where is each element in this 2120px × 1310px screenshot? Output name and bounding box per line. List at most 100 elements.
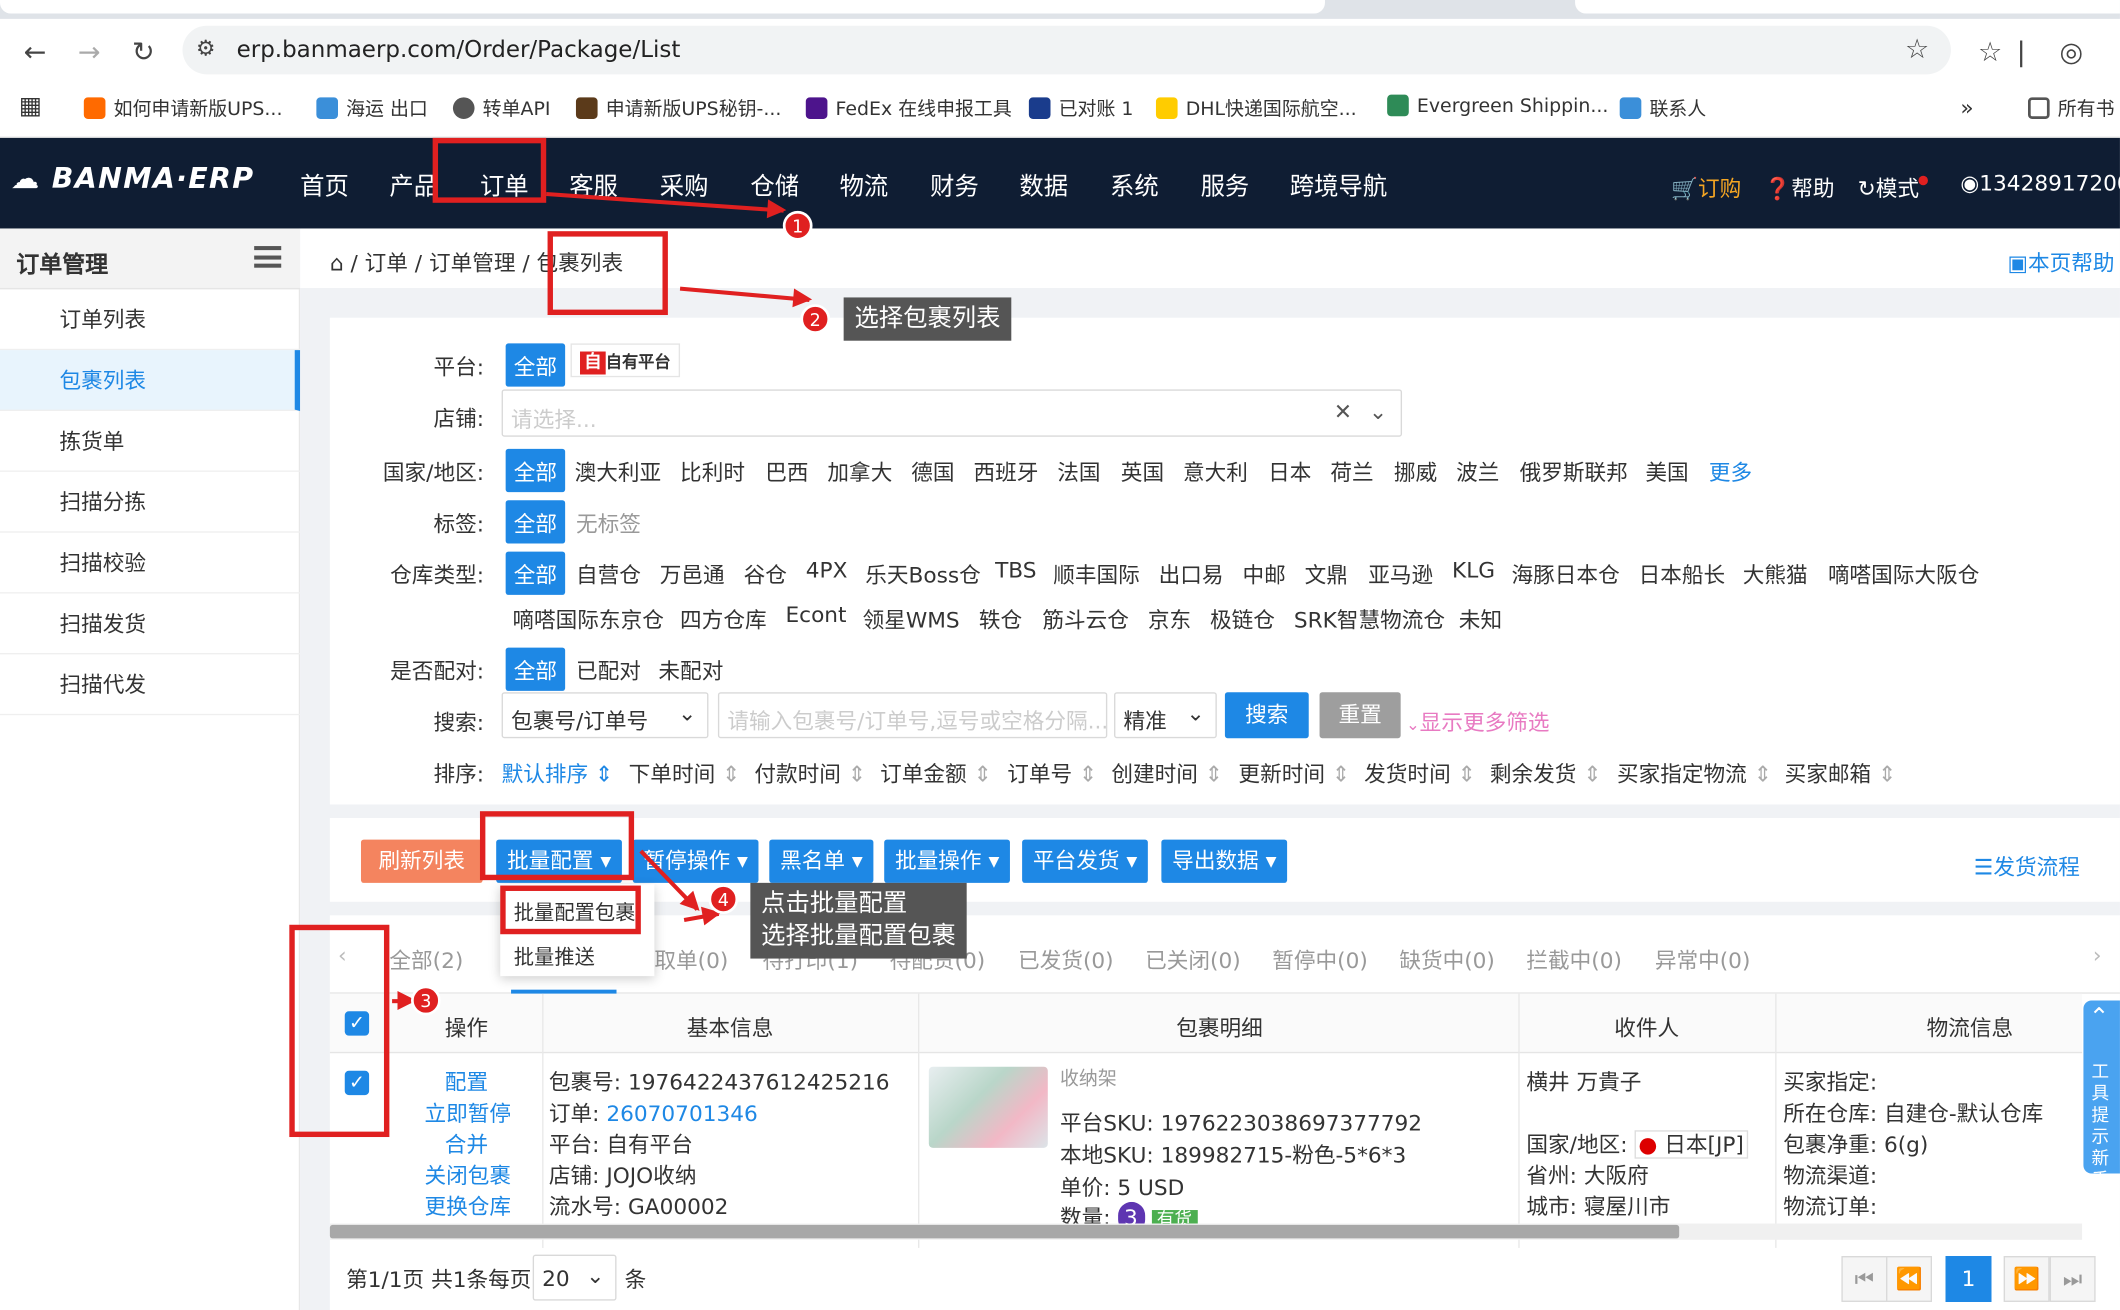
warehouse-option[interactable]: 万邑通 (660, 557, 725, 589)
tab-closed[interactable]: 已关闭(0) (1145, 942, 1241, 974)
warehouse-option[interactable]: 日本船长 (1639, 557, 1726, 589)
bookmark-item[interactable]: 转单API (452, 95, 550, 122)
warehouse-option[interactable]: 领星WMS (863, 602, 960, 634)
current-page[interactable]: 1 (1945, 1256, 1992, 1302)
warehouse-option[interactable]: 出口易 (1159, 557, 1224, 589)
sidebar-item-scan-verify[interactable]: 扫描校验 (0, 533, 301, 594)
platform-ship-button[interactable]: 平台发货 ▾ (1022, 839, 1149, 883)
url-text[interactable]: erp.banmaerp.com/Order/Package/List (237, 37, 681, 64)
country-option[interactable]: 意大利 (1183, 454, 1248, 486)
matched-no[interactable]: 未配对 (658, 653, 723, 685)
tag-none[interactable]: 无标签 (576, 506, 641, 538)
sort-option[interactable]: 订单金额 ⇕ (880, 756, 992, 788)
tab-paused[interactable]: 暂停中(0) (1272, 942, 1368, 974)
warehouse-option[interactable]: 四方仓库 (680, 602, 767, 634)
action-change-warehouse[interactable]: 更换仓库 (425, 1191, 512, 1222)
menu-logistics[interactable]: 物流 (840, 168, 889, 203)
tab-intercepted[interactable]: 拦截中(0) (1526, 942, 1622, 974)
tab-all[interactable]: 全部(2) (389, 942, 463, 974)
country-option[interactable]: 英国 (1121, 454, 1164, 486)
country-option[interactable]: 西班牙 (973, 454, 1038, 486)
bookmark-item[interactable]: 海运 出口 (316, 95, 428, 122)
help-link[interactable]: ❓帮助 (1764, 170, 1834, 202)
show-more-filters[interactable]: ⌄显示更多筛选 (1406, 704, 1549, 736)
action-config[interactable]: 配置 (445, 1067, 488, 1098)
search-button[interactable]: 搜索 (1224, 692, 1309, 739)
bookmark-item[interactable]: DHL快递国际航空... (1155, 95, 1357, 122)
warehouse-option[interactable]: KLG (1452, 557, 1495, 583)
tab-abnormal[interactable]: 异常中(0) (1655, 942, 1751, 974)
action-merge[interactable]: 合并 (445, 1129, 488, 1160)
warehouse-option[interactable]: 顺丰国际 (1053, 557, 1140, 589)
warehouse-option[interactable]: 海豚日本仓 (1512, 557, 1620, 589)
sidebar-item-order-list[interactable]: 订单列表 (0, 289, 301, 351)
warehouse-option[interactable]: 文鼎 (1305, 557, 1348, 589)
menu-services[interactable]: 服务 (1201, 168, 1250, 203)
tab-take[interactable]: 取单(0) (654, 942, 728, 974)
page-help-link[interactable]: ▣本页帮助 (2008, 245, 2115, 277)
shop-select[interactable]: 请选择... ✕ ⌄ (501, 389, 1403, 437)
back-icon[interactable]: ← (19, 35, 51, 67)
warehouse-option[interactable]: 乐天Boss仓 (865, 557, 981, 589)
sort-option[interactable]: 订单号 ⇕ (1007, 756, 1097, 788)
blacklist-button[interactable]: 黑名单 ▾ (769, 839, 874, 883)
action-pause-now[interactable]: 立即暂停 (425, 1098, 512, 1129)
sidebar-item-package-list[interactable]: 包裹列表 (0, 350, 301, 412)
menu-toggle-icon[interactable] (254, 246, 282, 268)
first-page-icon[interactable]: ⏮ (1841, 1256, 1888, 1302)
menu-product[interactable]: 产品 (389, 168, 438, 203)
warehouse-option[interactable]: Econt (786, 602, 847, 628)
order-link[interactable]: 26070701346 (606, 1101, 757, 1127)
bookmarks-icon[interactable]: ☆ (1974, 35, 2006, 67)
bookmark-star-icon[interactable]: ☆ (1905, 32, 1929, 64)
warehouse-option[interactable]: 谷仓 (744, 557, 787, 589)
apps-icon[interactable]: ▦ (19, 92, 42, 120)
tabs-scroll-right-icon[interactable]: › (2093, 942, 2102, 968)
sort-default[interactable]: 默认排序 ⇕ (502, 756, 614, 788)
mode-link[interactable]: ↻模式 (1858, 170, 1929, 202)
warehouse-option[interactable]: TBS (995, 557, 1036, 583)
sidebar-item-scan-dropship[interactable]: 扫描代发 (0, 654, 301, 716)
tab-out-of-stock[interactable]: 缺货中(0) (1399, 942, 1495, 974)
action-close-package[interactable]: 关闭包裹 (425, 1160, 512, 1191)
warehouse-option[interactable]: 嘀嗒国际东京仓 (512, 602, 663, 634)
prev-page-icon[interactable]: ⏪ (1886, 1256, 1933, 1302)
address-bar[interactable]: ⚙ erp.banmaerp.com/Order/Package/List ☆ (182, 25, 1951, 75)
country-option[interactable]: 澳大利亚 (575, 454, 662, 486)
warehouse-all[interactable]: 全部 (505, 551, 566, 595)
site-settings-icon[interactable]: ⚙ (196, 35, 215, 61)
bookmark-item[interactable]: 已对账 1 (1028, 95, 1133, 122)
warehouse-option[interactable]: 未知 (1459, 602, 1502, 634)
sort-option[interactable]: 更新时间 ⇕ (1238, 756, 1350, 788)
country-option[interactable]: 挪威 (1394, 454, 1437, 486)
refresh-list-button[interactable]: 刷新列表 (360, 839, 483, 883)
warehouse-option[interactable]: 亚马逊 (1368, 557, 1433, 589)
user-account[interactable]: ◉13428917200 (1960, 170, 2120, 196)
profile-icon[interactable]: ◎ (2055, 35, 2087, 67)
sidebar-item-scan-ship[interactable]: 扫描发货 (0, 594, 301, 655)
ship-flow-link[interactable]: ☰发货流程 (1974, 849, 2080, 881)
sort-option[interactable]: 剩余发货 ⇕ (1490, 756, 1602, 788)
reload-icon[interactable]: ↻ (127, 35, 159, 67)
country-option[interactable]: 德国 (911, 454, 954, 486)
sort-option[interactable]: 发货时间 ⇕ (1364, 756, 1476, 788)
sidebar-item-scan-sort[interactable]: 扫描分拣 (0, 472, 301, 533)
sidebar-item-picking[interactable]: 拣货单 (0, 411, 301, 472)
all-bookmarks[interactable]: 所有书 (2028, 95, 2115, 122)
menu-system[interactable]: 系统 (1110, 168, 1159, 203)
country-option[interactable]: 巴西 (765, 454, 808, 486)
batch-operation-button[interactable]: 批量操作 ▾ (884, 839, 1011, 883)
batch-push-item[interactable]: 批量推送 (514, 942, 595, 970)
country-all[interactable]: 全部 (505, 448, 566, 493)
matched-all[interactable]: 全部 (505, 647, 566, 691)
tab-shipped[interactable]: 已发货(0) (1018, 942, 1114, 974)
bookmark-item[interactable]: 联系人 (1619, 95, 1706, 122)
last-page-icon[interactable]: ⏭ (2049, 1256, 2096, 1302)
home-icon[interactable]: ⌂ (330, 250, 344, 276)
next-page-icon[interactable]: ⏩ (2003, 1256, 2050, 1302)
bookmark-item[interactable]: 如何申请新版UPS... (83, 95, 282, 122)
matched-yes[interactable]: 已配对 (576, 653, 641, 685)
sort-option[interactable]: 创建时间 ⇕ (1111, 756, 1223, 788)
product-thumbnail[interactable] (928, 1066, 1048, 1148)
warehouse-option[interactable]: SRK智慧物流仓 (1294, 602, 1445, 634)
